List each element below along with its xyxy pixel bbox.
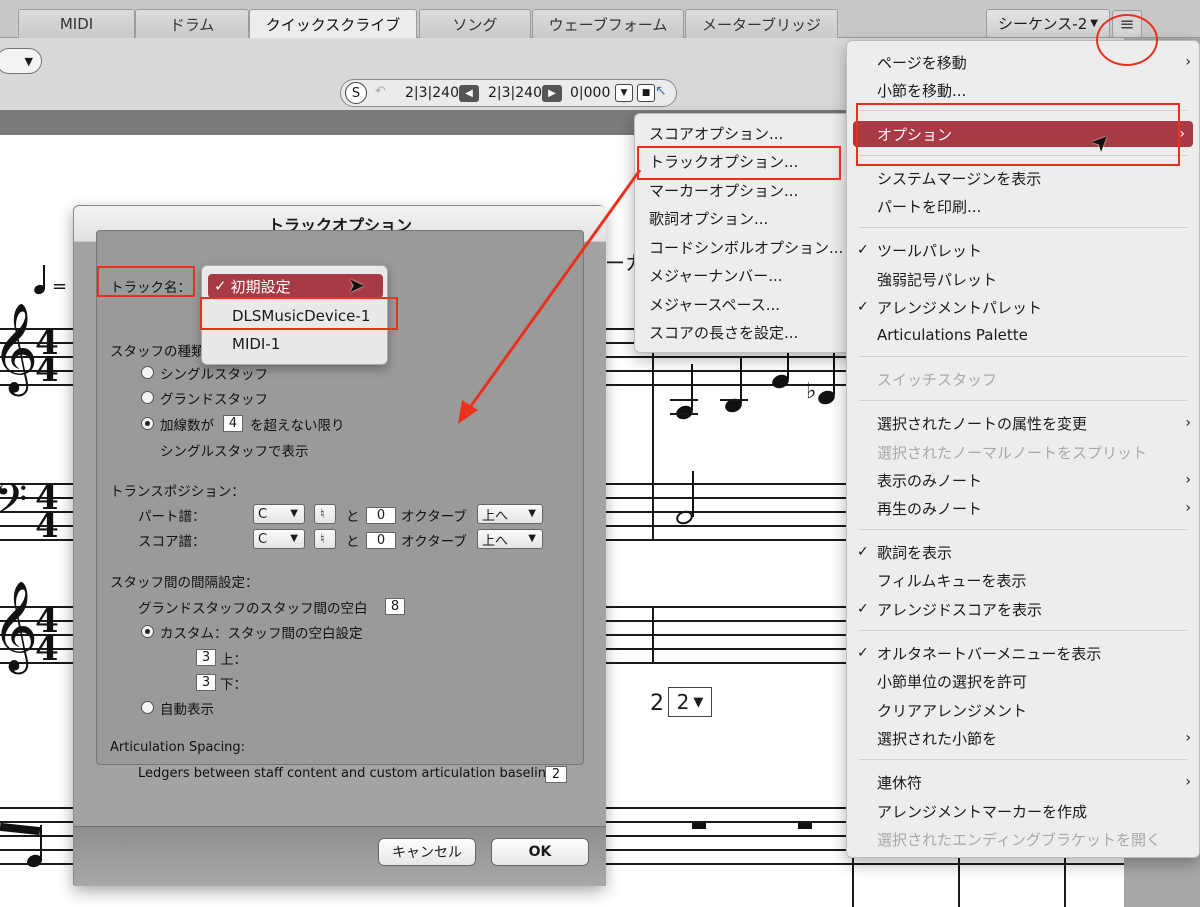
annotation-arrow bbox=[458, 169, 642, 424]
